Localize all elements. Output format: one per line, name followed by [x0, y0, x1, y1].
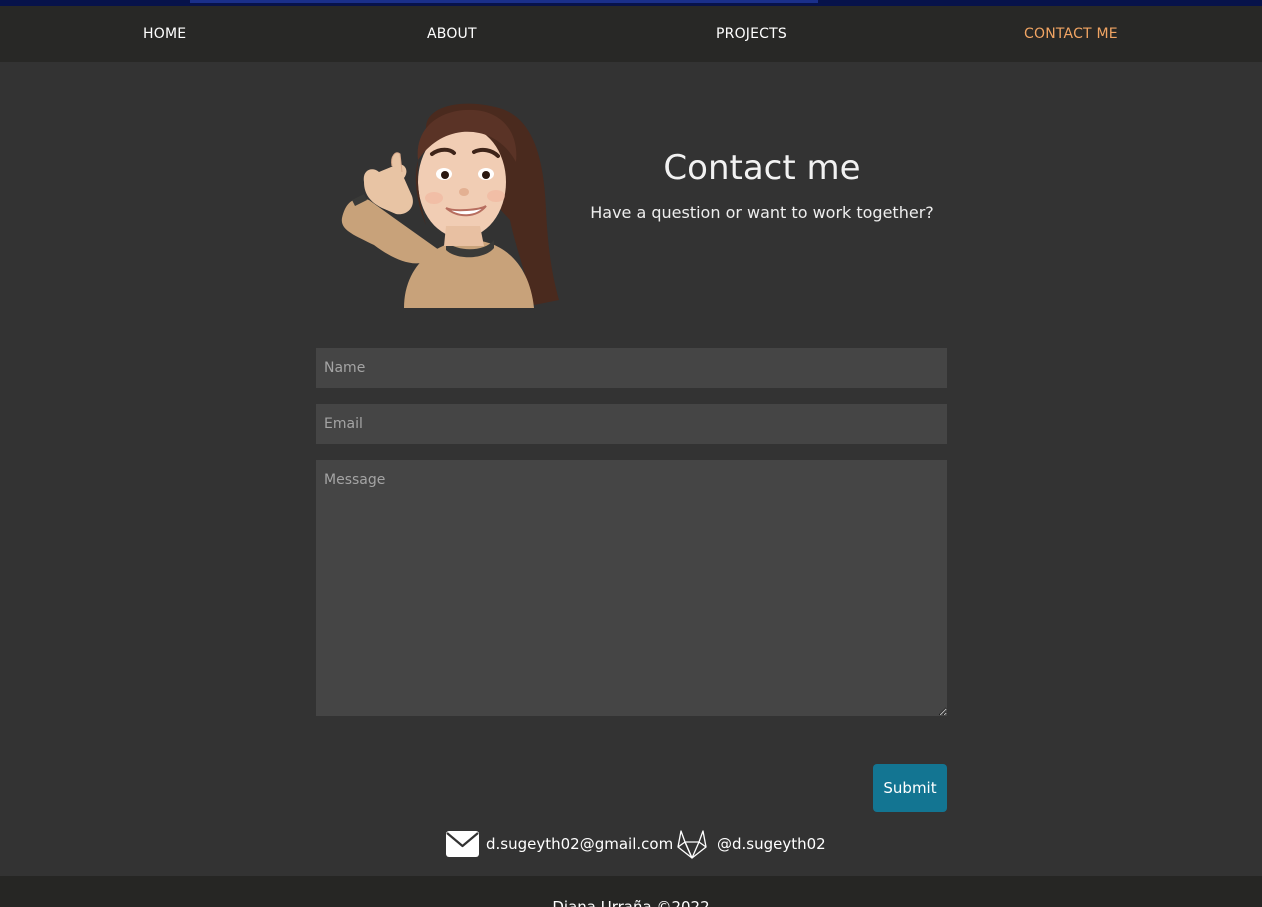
nav-about[interactable]: ABOUT — [427, 26, 477, 42]
envelope-icon[interactable] — [446, 831, 479, 857]
message-field[interactable] — [316, 460, 947, 716]
main-nav: HOME ABOUT PROJECTS CONTACT ME — [0, 6, 1262, 62]
nav-home[interactable]: HOME — [143, 26, 186, 42]
nav-projects[interactable]: PROJECTS — [716, 26, 787, 42]
footer: Diana Urraña ©2022 — [0, 876, 1262, 907]
email-field[interactable] — [316, 404, 947, 444]
name-field[interactable] — [316, 348, 947, 388]
footer-text: Diana Urraña ©2022 — [552, 898, 710, 907]
memoji-avatar — [341, 103, 559, 308]
email-link[interactable]: d.sugeyth02@gmail.com — [486, 835, 673, 853]
gitlab-link[interactable]: @d.sugeyth02 — [717, 835, 826, 853]
page-title: Contact me — [663, 148, 861, 188]
nav-contact-me[interactable]: CONTACT ME — [1024, 26, 1118, 42]
page-subtitle: Have a question or want to work together… — [590, 203, 934, 222]
gitlab-icon[interactable] — [676, 828, 708, 860]
browser-top-strip-highlight — [190, 0, 818, 3]
submit-button[interactable]: Submit — [873, 764, 947, 812]
